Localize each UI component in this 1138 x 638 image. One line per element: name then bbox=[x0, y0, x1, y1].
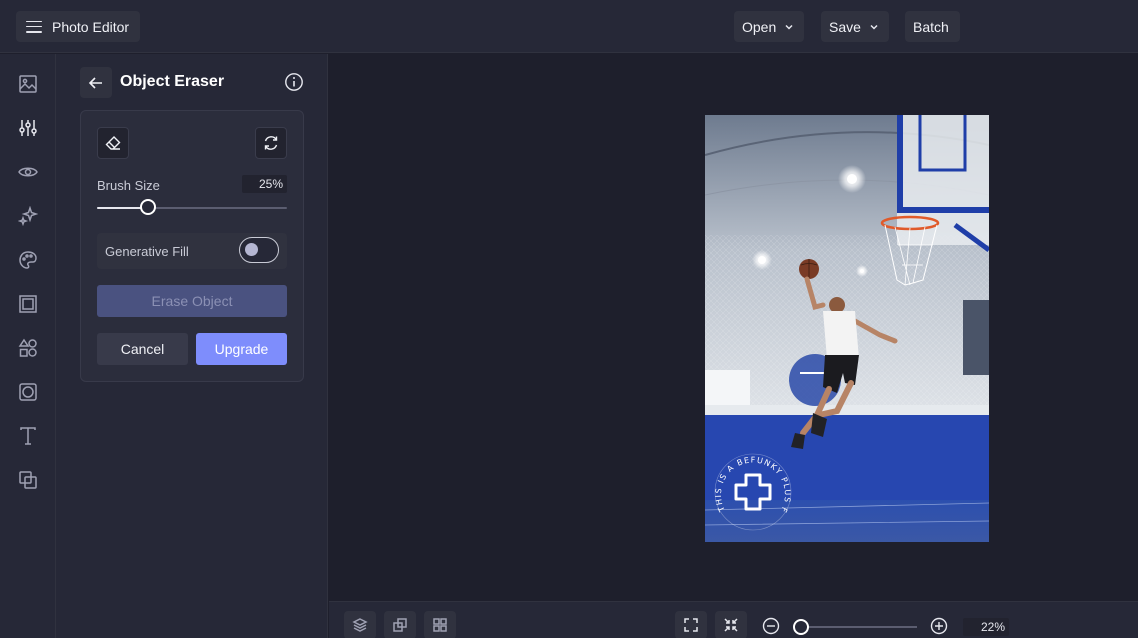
layers-button[interactable] bbox=[344, 611, 376, 638]
bottom-bar: 22% bbox=[329, 601, 1138, 638]
overlay-icon[interactable] bbox=[16, 380, 40, 404]
erase-object-button[interactable]: Erase Object bbox=[97, 285, 287, 317]
collapse-icon bbox=[724, 618, 738, 632]
eraser-icon bbox=[105, 136, 121, 150]
generative-fill-row: Generative Fill bbox=[97, 233, 287, 269]
eraser-settings-card: Brush Size 25% Generative Fill Erase Obj… bbox=[80, 110, 304, 382]
zoom-value[interactable]: 22% bbox=[963, 618, 1009, 636]
brush-size-label: Brush Size bbox=[97, 178, 160, 193]
open-label: Open bbox=[742, 18, 777, 35]
layers-icon bbox=[352, 618, 368, 632]
reset-button[interactable] bbox=[255, 127, 287, 159]
chevron-down-icon bbox=[870, 24, 878, 30]
photo-illustration: THIS IS A BEFUNKY PLUS FEATURE bbox=[705, 115, 989, 542]
open-button[interactable]: Open bbox=[734, 11, 804, 42]
eraser-tool-button[interactable] bbox=[97, 127, 129, 159]
text-icon[interactable] bbox=[16, 424, 40, 448]
panel-title: Object Eraser bbox=[120, 73, 225, 90]
adjustments-icon[interactable] bbox=[16, 116, 40, 140]
grid-icon bbox=[433, 618, 447, 632]
generative-fill-label: Generative Fill bbox=[105, 244, 189, 259]
fullscreen-icon bbox=[684, 618, 698, 632]
shapes-icon[interactable] bbox=[16, 336, 40, 360]
batch-label: Batch bbox=[913, 18, 949, 35]
save-button[interactable]: Save bbox=[821, 11, 889, 42]
image-icon[interactable] bbox=[16, 72, 40, 96]
zoom-slider-track[interactable] bbox=[799, 626, 917, 628]
zoom-in-icon[interactable] bbox=[930, 617, 948, 635]
photo-basketball-dunk[interactable]: THIS IS A BEFUNKY PLUS FEATURE bbox=[705, 115, 989, 542]
grid-button[interactable] bbox=[424, 611, 456, 638]
hamburger-icon bbox=[26, 20, 42, 33]
tool-rail bbox=[0, 54, 56, 638]
sparkle-icon[interactable] bbox=[16, 204, 40, 228]
brush-size-slider-track[interactable] bbox=[97, 207, 287, 209]
top-bar: Photo Editor Open Save Batch bbox=[0, 0, 1138, 53]
back-button[interactable] bbox=[80, 67, 112, 98]
cancel-button[interactable]: Cancel bbox=[97, 333, 188, 365]
editor-canvas[interactable]: THIS IS A BEFUNKY PLUS FEATURE bbox=[329, 54, 1138, 600]
layers-blend-icon[interactable] bbox=[16, 468, 40, 492]
upgrade-button[interactable]: Upgrade bbox=[196, 333, 287, 365]
eye-icon[interactable] bbox=[16, 160, 40, 184]
zoom-out-icon[interactable] bbox=[762, 617, 780, 635]
arrow-left-icon bbox=[88, 76, 102, 89]
tool-panel: Object Eraser Brush Size 25% Generative … bbox=[56, 54, 328, 638]
refresh-icon bbox=[264, 136, 278, 150]
zoom-slider-thumb[interactable] bbox=[793, 619, 809, 635]
toggle-knob bbox=[245, 243, 258, 256]
palette-icon[interactable] bbox=[16, 248, 40, 272]
app-title: Photo Editor bbox=[52, 18, 130, 35]
app-menu-button[interactable]: Photo Editor bbox=[16, 11, 140, 42]
frame-icon[interactable] bbox=[16, 292, 40, 316]
fit-screen-button[interactable] bbox=[675, 611, 707, 638]
compare-icon bbox=[393, 618, 407, 632]
save-label: Save bbox=[829, 18, 861, 35]
brush-size-value[interactable]: 25% bbox=[242, 175, 287, 193]
generative-fill-toggle[interactable] bbox=[239, 237, 279, 263]
actual-size-button[interactable] bbox=[715, 611, 747, 638]
info-icon[interactable] bbox=[284, 72, 304, 92]
compare-button[interactable] bbox=[384, 611, 416, 638]
chevron-down-icon bbox=[785, 24, 793, 30]
batch-button[interactable]: Batch bbox=[905, 11, 960, 42]
brush-size-slider-thumb[interactable] bbox=[140, 199, 157, 215]
